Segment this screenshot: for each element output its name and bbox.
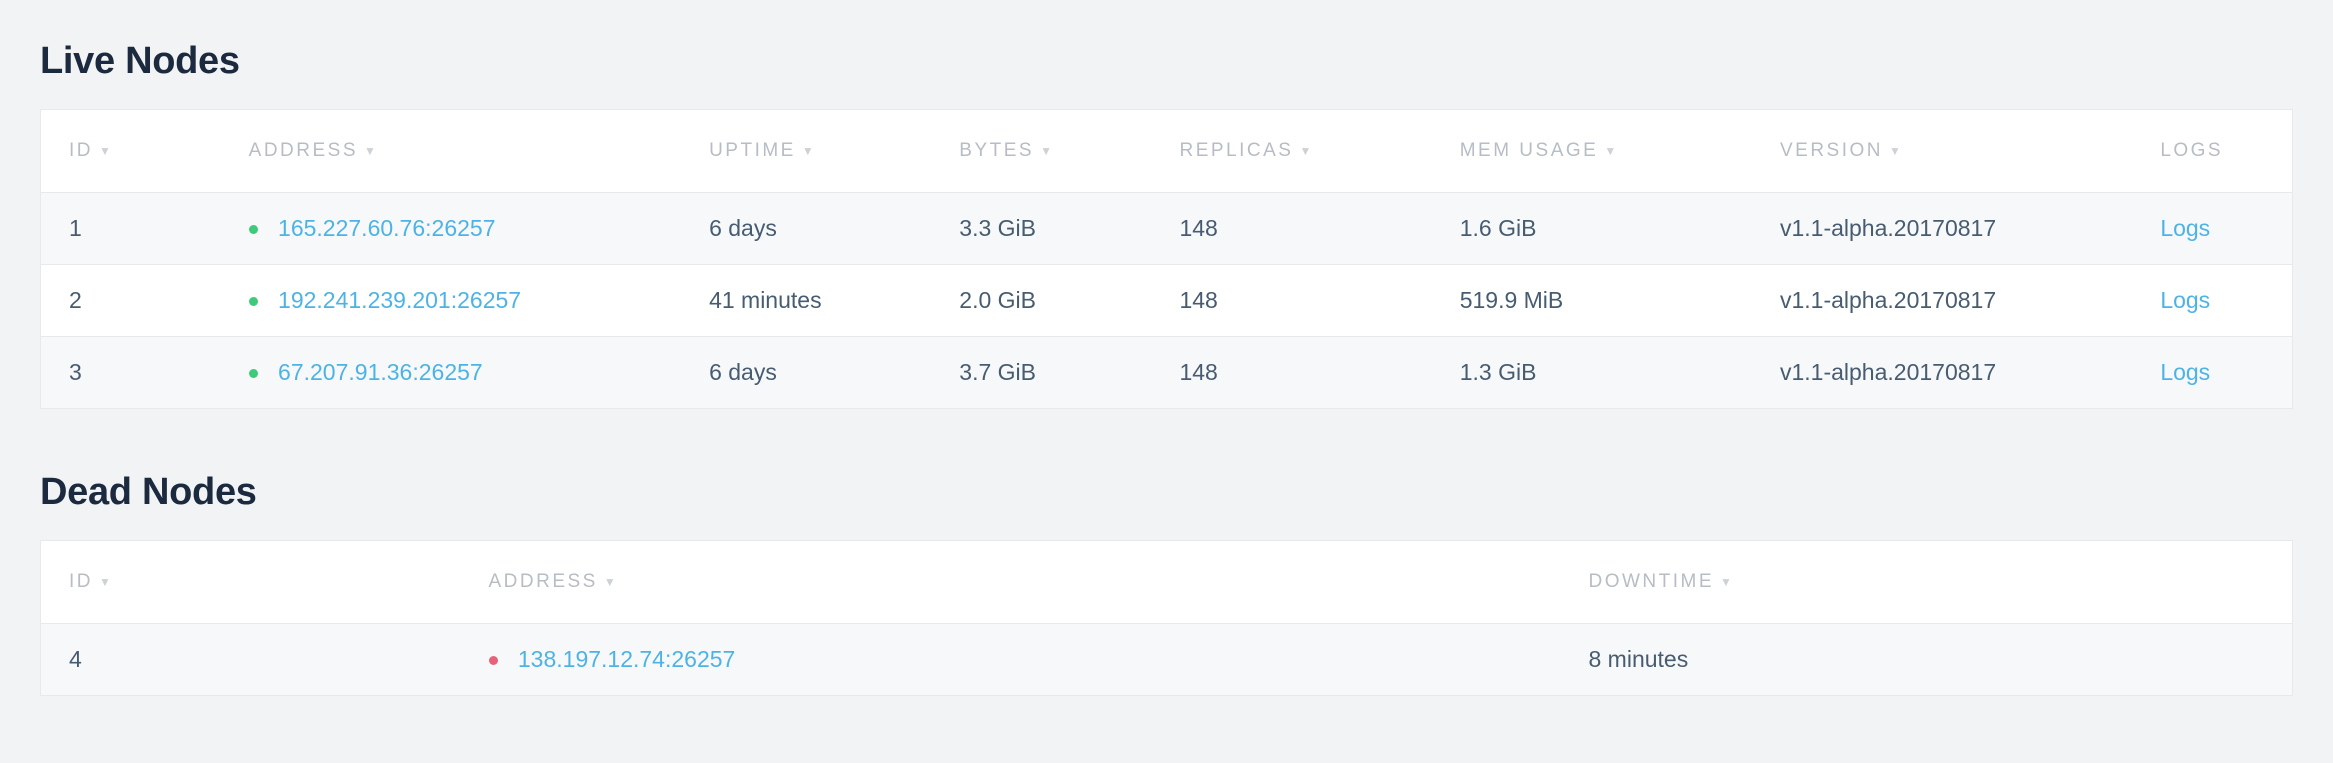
col-header-replicas[interactable]: REPLICAS▼ [1151,110,1431,193]
node-address-link[interactable]: 192.241.239.201:26257 [278,287,521,313]
cell-mem: 519.9 MiB [1432,265,1752,337]
col-header-id[interactable]: ID▼ [41,110,221,193]
cell-id: 4 [41,624,461,696]
col-header-id[interactable]: ID▼ [41,541,461,624]
col-header-address[interactable]: ADDRESS▼ [461,541,1561,624]
col-header-version[interactable]: VERSION▼ [1752,110,2132,193]
cell-bytes: 3.7 GiB [931,337,1151,409]
status-dot-icon [249,225,258,234]
logs-link[interactable]: Logs [2160,287,2210,313]
cell-address: 138.197.12.74:26257 [461,624,1561,696]
cell-logs: Logs [2132,265,2292,337]
sort-arrow-icon: ▼ [802,144,816,158]
cell-replicas: 148 [1151,265,1431,337]
sort-arrow-icon: ▼ [1299,144,1313,158]
status-dot-icon [489,656,498,665]
table-row: 2 192.241.239.201:26257 41 minutes 2.0 G… [41,265,2293,337]
node-address-link[interactable]: 138.197.12.74:26257 [518,646,735,672]
sort-arrow-icon: ▼ [1889,144,1903,158]
live-nodes-table: ID▼ ADDRESS▼ UPTIME▼ BYTES▼ REPLICAS▼ ME… [40,109,2293,409]
node-address-link[interactable]: 67.207.91.36:26257 [278,359,483,385]
status-dot-icon [249,369,258,378]
cell-logs: Logs [2132,193,2292,265]
col-header-uptime[interactable]: UPTIME▼ [681,110,931,193]
table-row: 3 67.207.91.36:26257 6 days 3.7 GiB 148 … [41,337,2293,409]
cell-mem: 1.6 GiB [1432,193,1752,265]
cell-logs: Logs [2132,337,2292,409]
logs-link[interactable]: Logs [2160,359,2210,385]
cell-address: 67.207.91.36:26257 [221,337,681,409]
table-row: 1 165.227.60.76:26257 6 days 3.3 GiB 148… [41,193,2293,265]
cell-id: 1 [41,193,221,265]
sort-arrow-icon: ▼ [99,144,113,158]
sort-arrow-icon: ▼ [1040,144,1054,158]
cell-version: v1.1-alpha.20170817 [1752,193,2132,265]
cell-bytes: 2.0 GiB [931,265,1151,337]
cell-uptime: 41 minutes [681,265,931,337]
status-dot-icon [249,297,258,306]
cell-uptime: 6 days [681,337,931,409]
cell-id: 3 [41,337,221,409]
cell-uptime: 6 days [681,193,931,265]
cell-replicas: 148 [1151,337,1431,409]
col-header-logs: LOGS [2132,110,2292,193]
cell-version: v1.1-alpha.20170817 [1752,337,2132,409]
cell-address: 192.241.239.201:26257 [221,265,681,337]
cell-bytes: 3.3 GiB [931,193,1151,265]
dead-nodes-table: ID▼ ADDRESS▼ DOWNTIME▼ 4 138.197.12.74:2… [40,540,2293,696]
live-nodes-title: Live Nodes [40,40,2293,83]
col-header-downtime[interactable]: DOWNTIME▼ [1561,541,2293,624]
sort-arrow-icon: ▼ [364,144,378,158]
sort-arrow-icon: ▼ [604,575,618,589]
cell-replicas: 148 [1151,193,1431,265]
logs-link[interactable]: Logs [2160,215,2210,241]
sort-arrow-icon: ▼ [1604,144,1618,158]
node-address-link[interactable]: 165.227.60.76:26257 [278,215,495,241]
col-header-bytes[interactable]: BYTES▼ [931,110,1151,193]
cell-mem: 1.3 GiB [1432,337,1752,409]
dead-nodes-title: Dead Nodes [40,471,2293,514]
cell-address: 165.227.60.76:26257 [221,193,681,265]
col-header-address[interactable]: ADDRESS▼ [221,110,681,193]
cell-version: v1.1-alpha.20170817 [1752,265,2132,337]
table-row: 4 138.197.12.74:26257 8 minutes [41,624,2293,696]
sort-arrow-icon: ▼ [1720,575,1734,589]
cell-downtime: 8 minutes [1561,624,2293,696]
col-header-mem[interactable]: MEM USAGE▼ [1432,110,1752,193]
sort-arrow-icon: ▼ [99,575,113,589]
cell-id: 2 [41,265,221,337]
